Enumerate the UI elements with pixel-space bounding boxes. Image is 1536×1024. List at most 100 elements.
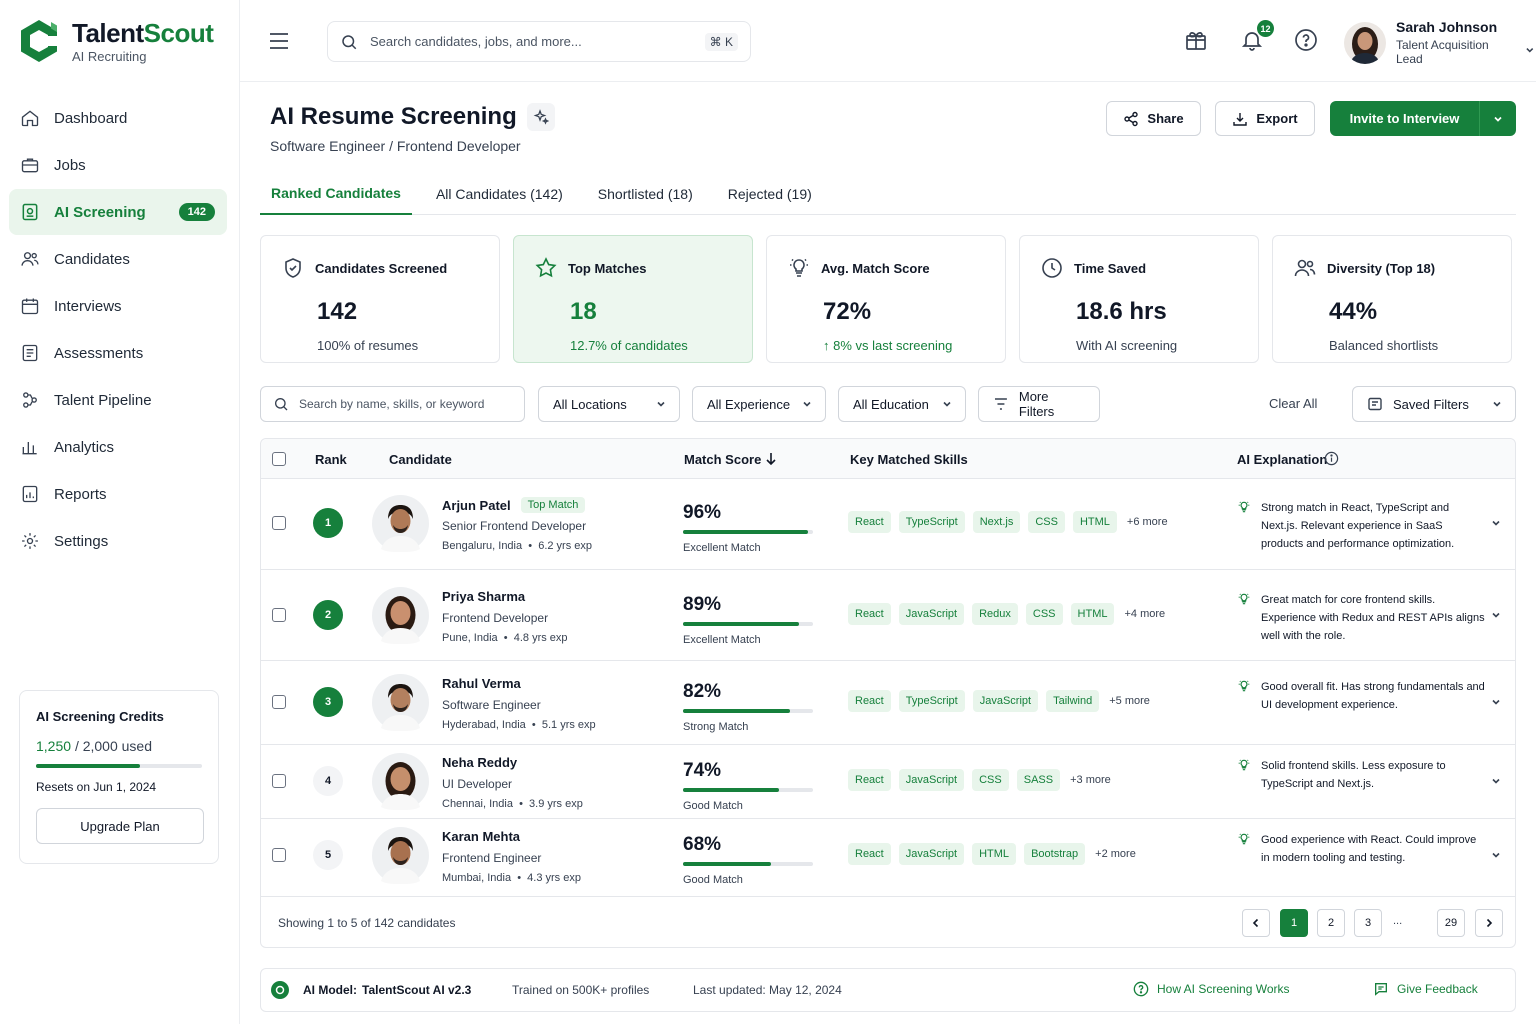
sidebar-item-label: Dashboard xyxy=(54,109,128,127)
share-button[interactable]: Share xyxy=(1106,101,1201,136)
tab-rejected[interactable]: Rejected (19) xyxy=(717,172,823,215)
global-search[interactable]: ⌘ K xyxy=(327,21,751,62)
tab-ranked-candidates[interactable]: Ranked Candidates xyxy=(260,172,412,215)
expand-row-chevron-icon[interactable] xyxy=(1490,517,1502,529)
page-1-button[interactable]: 1 xyxy=(1280,909,1308,937)
candidate-location: Chennai, India • 3.9 yrs exp xyxy=(442,798,583,810)
next-page-button[interactable] xyxy=(1475,909,1503,937)
candidate-location: Pune, India • 4.8 yrs exp xyxy=(442,632,568,644)
sidebar-item-dashboard[interactable]: Dashboard xyxy=(9,95,227,141)
candidate-name[interactable]: Arjun Patel Top Match xyxy=(442,497,586,513)
row-checkbox[interactable] xyxy=(272,608,286,622)
sidebar-item-ai-screening[interactable]: AI Screening 142 xyxy=(9,189,227,235)
saved-filters-dropdown[interactable]: Saved Filters xyxy=(1352,386,1516,422)
search-icon xyxy=(275,398,288,411)
candidate-name[interactable]: Karan Mehta xyxy=(442,829,520,844)
sidebar-item-jobs[interactable]: Jobs xyxy=(9,142,227,188)
prev-page-button[interactable] xyxy=(1242,909,1270,937)
column-header-match-score[interactable]: Match Score xyxy=(684,452,761,467)
page-3-button[interactable]: 3 xyxy=(1354,909,1382,937)
page-2-button[interactable]: 2 xyxy=(1317,909,1345,937)
stat-subtext: ↑ 8% vs last screening xyxy=(823,338,953,353)
skill-chip: Next.js xyxy=(972,511,1021,533)
sidebar-item-analytics[interactable]: Analytics xyxy=(9,424,227,470)
how-screening-works-link[interactable]: How AI Screening Works xyxy=(1133,981,1290,997)
candidate-name-text: Arjun Patel xyxy=(442,497,511,513)
expand-row-chevron-icon[interactable] xyxy=(1490,696,1502,708)
stat-subtext: Balanced shortlists xyxy=(1329,338,1439,353)
candidate-title: Software Engineer xyxy=(442,698,541,712)
row-checkbox[interactable] xyxy=(272,695,286,709)
experience-filter[interactable]: All Experience xyxy=(692,386,826,422)
info-icon[interactable] xyxy=(1324,451,1339,466)
sidebar-item-label: Reports xyxy=(54,485,107,503)
skill-chip: HTML xyxy=(972,843,1017,865)
table-row[interactable]: 3 Rahul Verma Software Engineer Hyderaba… xyxy=(261,661,1515,745)
invite-dropdown-toggle[interactable] xyxy=(1480,101,1516,136)
tab-all-candidates[interactable]: All Candidates (142) xyxy=(425,172,574,215)
help-icon[interactable] xyxy=(1294,28,1318,52)
expand-row-chevron-icon[interactable] xyxy=(1490,775,1502,787)
download-icon xyxy=(1233,112,1248,126)
bulb-icon xyxy=(1238,680,1250,692)
row-checkbox[interactable] xyxy=(272,774,286,788)
clipboard-icon xyxy=(22,344,38,362)
filter-label: More Filters xyxy=(1018,389,1055,419)
gift-icon[interactable] xyxy=(1184,28,1208,52)
candidate-name[interactable]: Neha Reddy xyxy=(442,755,517,770)
more-skills-link[interactable]: +2 more xyxy=(1095,848,1136,860)
clear-all-link[interactable]: Clear All xyxy=(1269,396,1317,411)
column-header-candidate[interactable]: Candidate xyxy=(389,452,452,467)
more-skills-link[interactable]: +6 more xyxy=(1127,516,1168,528)
match-label: Strong Match xyxy=(683,721,749,733)
sidebar-item-assessments[interactable]: Assessments xyxy=(9,330,227,376)
sort-arrow-down-icon[interactable] xyxy=(765,452,777,466)
pipeline-icon xyxy=(23,392,37,408)
sidebar-item-candidates[interactable]: Candidates xyxy=(9,236,227,282)
menu-icon[interactable] xyxy=(268,30,290,52)
skill-chip: JavaScript xyxy=(898,769,965,791)
candidate-avatar xyxy=(372,587,429,644)
table-row[interactable]: 2 Priya Sharma Frontend Developer Pune, … xyxy=(261,570,1515,661)
more-filters-button[interactable]: More Filters xyxy=(978,386,1100,422)
upgrade-plan-button[interactable]: Upgrade Plan xyxy=(36,808,204,844)
match-score-bar xyxy=(683,862,813,866)
tab-shortlisted[interactable]: Shortlisted (18) xyxy=(587,172,704,215)
page-29-button[interactable]: 29 xyxy=(1437,909,1465,937)
credits-title: AI Screening Credits xyxy=(36,709,164,724)
more-skills-link[interactable]: +5 more xyxy=(1109,695,1150,707)
sidebar-item-talent-pipeline[interactable]: Talent Pipeline xyxy=(9,377,227,423)
column-header-skills[interactable]: Key Matched Skills xyxy=(850,452,968,467)
education-filter[interactable]: All Education xyxy=(838,386,966,422)
candidate-search[interactable] xyxy=(260,386,525,422)
more-skills-link[interactable]: +4 more xyxy=(1124,608,1165,620)
locations-filter[interactable]: All Locations xyxy=(538,386,680,422)
row-checkbox[interactable] xyxy=(272,848,286,862)
invite-to-interview-button[interactable]: Invite to Interview xyxy=(1330,101,1516,136)
sidebar-item-interviews[interactable]: Interviews xyxy=(9,283,227,329)
match-score-value: 74% xyxy=(683,760,722,781)
column-header-rank[interactable]: Rank xyxy=(315,452,347,467)
global-search-input[interactable] xyxy=(370,34,693,49)
candidate-name[interactable]: Priya Sharma xyxy=(442,589,525,604)
notifications-button[interactable]: 12 xyxy=(1240,20,1274,57)
expand-row-chevron-icon[interactable] xyxy=(1490,609,1502,621)
row-checkbox[interactable] xyxy=(272,516,286,530)
candidate-name[interactable]: Rahul Verma xyxy=(442,676,521,691)
more-skills-link[interactable]: +3 more xyxy=(1070,774,1111,786)
filter-label: Saved Filters xyxy=(1393,396,1469,412)
sidebar-item-settings[interactable]: Settings xyxy=(9,518,227,564)
sidebar-item-reports[interactable]: Reports xyxy=(9,471,227,517)
select-all-checkbox[interactable] xyxy=(272,452,286,466)
candidate-search-input[interactable] xyxy=(299,397,512,411)
export-button[interactable]: Export xyxy=(1215,101,1315,136)
skill-chip: HTML xyxy=(1070,603,1115,625)
give-feedback-link[interactable]: Give Feedback xyxy=(1373,981,1478,997)
skill-chip: JavaScript xyxy=(898,843,965,865)
table-row[interactable]: 1 Arjun Patel Top Match Senior Frontend D… xyxy=(261,479,1515,570)
expand-row-chevron-icon[interactable] xyxy=(1490,849,1502,861)
brand-logo[interactable]: TalentScout AI Recruiting xyxy=(18,18,214,64)
table-row[interactable]: 4 Neha Reddy UI Developer Chennai, India… xyxy=(261,745,1515,819)
table-row[interactable]: 5 Karan Mehta Frontend Engineer Mumbai, … xyxy=(261,819,1515,897)
user-menu[interactable]: Sarah Johnson Talent Acquisition Lead xyxy=(1344,19,1536,66)
